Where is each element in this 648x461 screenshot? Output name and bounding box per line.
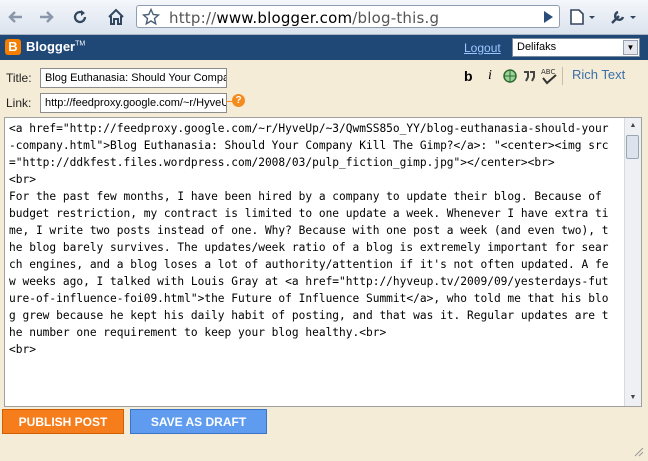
url-path: /blog-this.g	[352, 9, 440, 27]
forward-arrow-icon	[40, 11, 54, 23]
page-icon	[570, 9, 595, 25]
forward-button[interactable]	[34, 5, 58, 29]
browser-toolbar: http://www.blogger.com/blog-this.g	[0, 0, 648, 35]
home-icon	[108, 8, 124, 25]
app-name: BloggerTM	[26, 39, 86, 54]
page-menu-button[interactable]	[566, 5, 600, 29]
post-body-text[interactable]: <a href="http://feedproxy.google.com/~r/…	[9, 120, 615, 358]
trademark: TM	[75, 40, 86, 48]
resize-grip-icon[interactable]	[634, 447, 644, 457]
blogger-logo-icon: B	[5, 39, 21, 55]
toolbar-divider	[562, 67, 563, 85]
chevron-down-icon: ▼	[623, 40, 638, 55]
url-text: http://www.blogger.com/blog-this.g	[169, 9, 439, 27]
blogger-header: B BloggerTM Logout Delifaks ▼	[0, 35, 648, 60]
url-host: www.blogger.com	[216, 9, 353, 27]
link-label: Link:	[6, 96, 32, 110]
address-bar[interactable]: http://www.blogger.com/blog-this.g	[136, 5, 560, 28]
tools-menu-button[interactable]	[606, 5, 642, 29]
go-button[interactable]	[536, 5, 560, 29]
help-icon[interactable]: ?	[232, 94, 245, 107]
scroll-thumb[interactable]	[626, 135, 639, 159]
home-button[interactable]	[104, 5, 128, 29]
spellcheck-icon[interactable]: ABC	[540, 66, 558, 86]
rich-text-link[interactable]: Rich Text	[572, 67, 625, 82]
bookmark-star-icon[interactable]	[142, 8, 160, 26]
bold-button[interactable]: b	[464, 68, 473, 84]
back-arrow-icon	[8, 11, 22, 23]
scroll-down-icon[interactable]: ▼	[625, 390, 641, 406]
play-arrow-icon	[544, 11, 553, 23]
blockquote-icon[interactable]	[522, 69, 536, 83]
wrench-icon	[611, 10, 636, 24]
logout-link[interactable]: Logout	[464, 41, 501, 55]
scroll-up-icon[interactable]: ▲	[625, 118, 641, 134]
post-editor[interactable]: <a href="http://feedproxy.google.com/~r/…	[4, 117, 642, 407]
editor-scrollbar[interactable]: ▲ ▼	[624, 118, 641, 406]
link-globe-icon[interactable]	[502, 68, 518, 84]
title-input[interactable]: Blog Euthanasia: Should Your Compa	[40, 68, 227, 88]
url-scheme: http://	[169, 9, 217, 27]
svg-text:ABC: ABC	[541, 68, 555, 76]
blog-select[interactable]: Delifaks ▼	[512, 38, 640, 57]
publish-post-button[interactable]: PUBLISH POST	[2, 409, 124, 434]
title-label: Title:	[6, 71, 32, 85]
save-as-draft-button[interactable]: SAVE AS DRAFT	[130, 409, 267, 434]
italic-button[interactable]: i	[488, 68, 492, 84]
reload-icon	[73, 10, 87, 24]
blog-select-value: Delifaks	[517, 41, 557, 53]
back-button[interactable]	[4, 5, 28, 29]
link-input[interactable]: http://feedproxy.google.com/~r/HyveU	[40, 93, 227, 113]
reload-button[interactable]	[68, 5, 92, 29]
